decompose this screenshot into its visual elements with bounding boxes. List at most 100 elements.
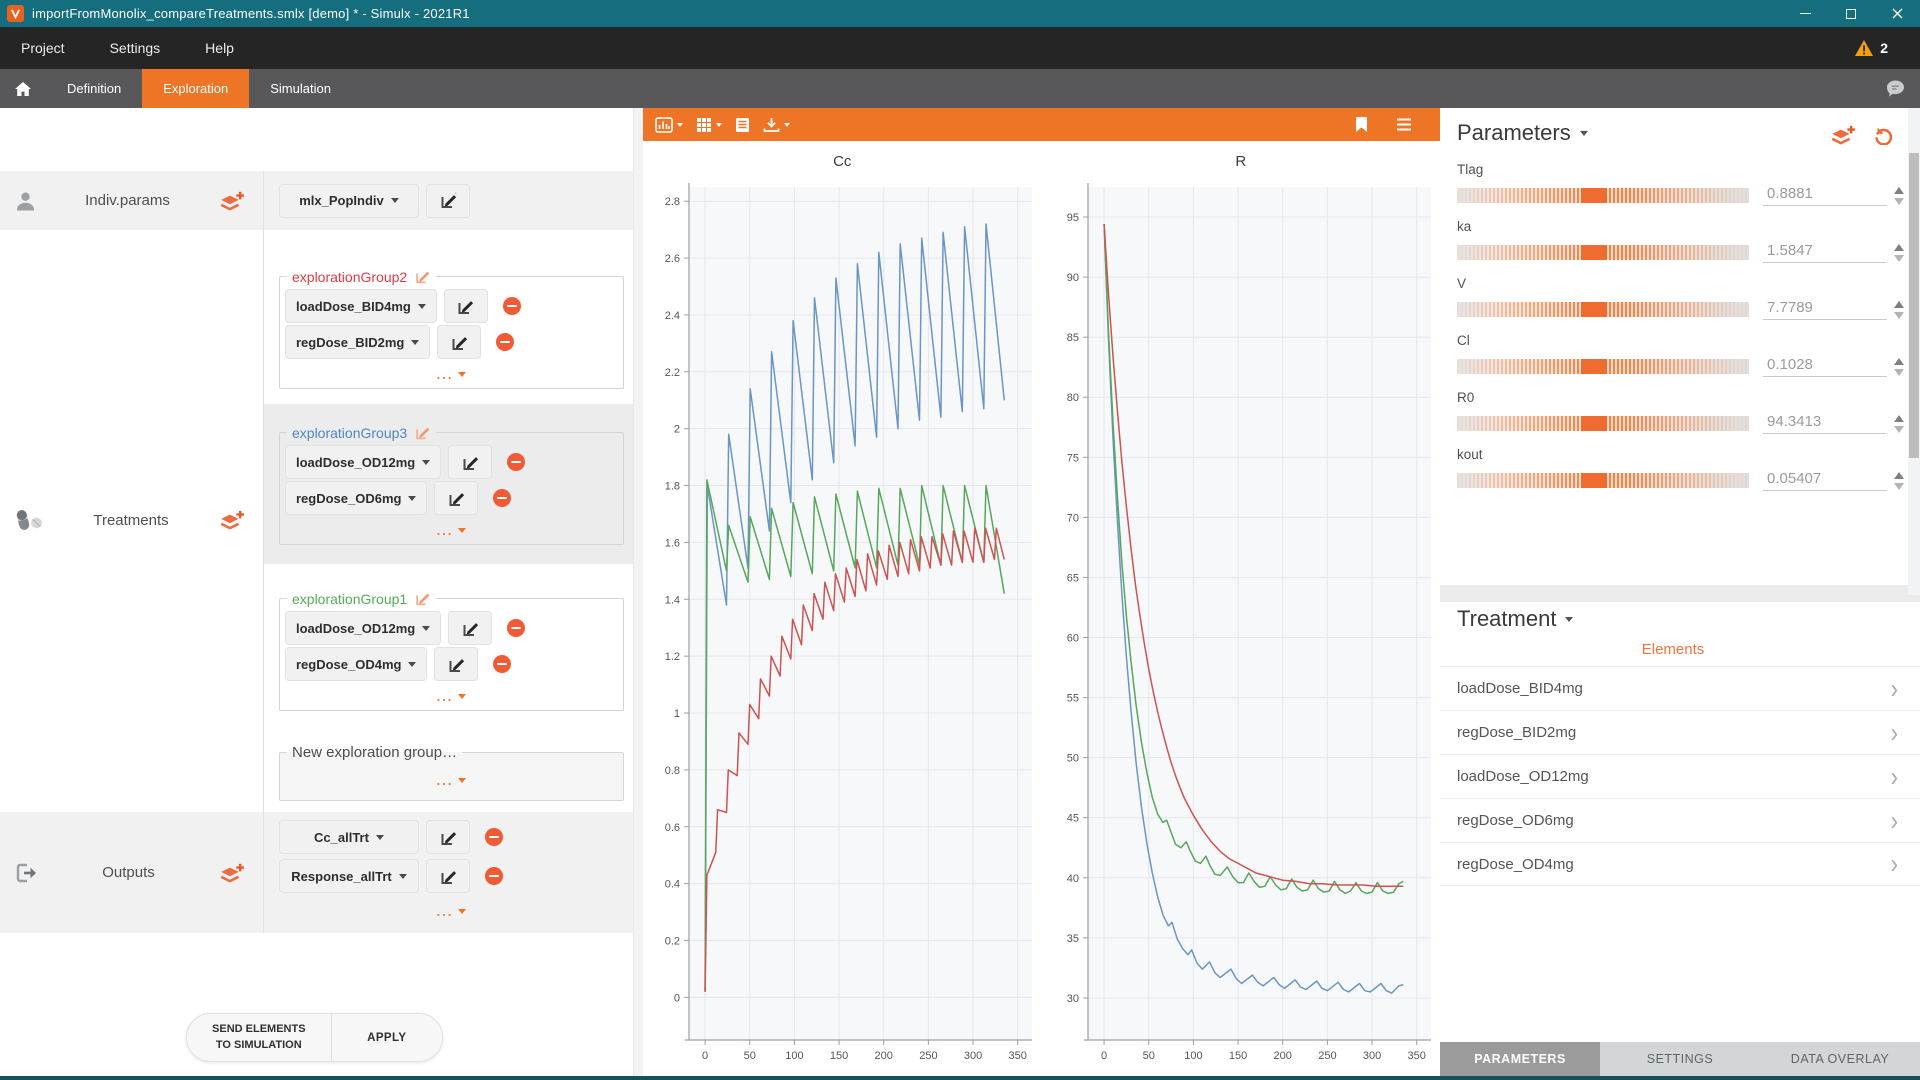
close-button[interactable] bbox=[1874, 0, 1920, 27]
minus-circle-icon[interactable] bbox=[485, 828, 503, 846]
menu-help[interactable]: Help bbox=[205, 40, 234, 56]
minus-circle-icon[interactable] bbox=[493, 489, 511, 507]
step-up-icon[interactable] bbox=[1894, 244, 1904, 251]
rename-group-icon[interactable] bbox=[414, 268, 431, 285]
step-down-icon[interactable] bbox=[1894, 369, 1904, 376]
value-stepper[interactable] bbox=[1894, 415, 1904, 433]
group-more-button[interactable]: ... bbox=[284, 517, 619, 540]
parameters-header[interactable]: Parameters bbox=[1457, 120, 1588, 146]
slider-handle[interactable] bbox=[1581, 302, 1607, 317]
edit-indiv-params-button[interactable] bbox=[426, 184, 470, 218]
chart-plot-cc[interactable]: 05010015020025030035000.20.40.60.811.21.… bbox=[643, 179, 1042, 1076]
treatment-select[interactable]: regDose_OD4mg bbox=[285, 647, 427, 681]
minus-circle-icon[interactable] bbox=[507, 619, 525, 637]
slider-handle[interactable] bbox=[1581, 359, 1607, 374]
bookmark-icon[interactable] bbox=[1355, 116, 1368, 133]
parameter-slider[interactable] bbox=[1457, 359, 1749, 374]
step-up-icon[interactable] bbox=[1894, 301, 1904, 308]
step-down-icon[interactable] bbox=[1894, 198, 1904, 205]
group-more-button[interactable]: ... bbox=[284, 361, 619, 384]
tab-parameters[interactable]: PARAMETERS bbox=[1440, 1042, 1600, 1076]
slider-handle[interactable] bbox=[1581, 188, 1607, 203]
treatment-select[interactable]: regDose_OD6mg bbox=[285, 481, 427, 515]
value-stepper[interactable] bbox=[1894, 244, 1904, 262]
element-row[interactable]: loadDose_BID4mg› bbox=[1440, 666, 1920, 710]
minus-circle-icon[interactable] bbox=[493, 655, 511, 673]
parameter-slider[interactable] bbox=[1457, 188, 1749, 203]
step-up-icon[interactable] bbox=[1894, 415, 1904, 422]
edit-treatment-button[interactable] bbox=[434, 647, 478, 681]
layers-plus-icon[interactable] bbox=[218, 862, 245, 884]
treatment-select[interactable]: regDose_BID2mg bbox=[285, 325, 430, 359]
minus-circle-icon[interactable] bbox=[496, 333, 514, 351]
new-group-more-button[interactable]: ... bbox=[284, 763, 619, 796]
export-plot-button[interactable] bbox=[763, 117, 790, 133]
minus-circle-icon[interactable] bbox=[503, 297, 521, 315]
layers-plus-icon[interactable] bbox=[1829, 124, 1856, 146]
grid-layout-button[interactable] bbox=[696, 117, 722, 133]
treatment-header[interactable]: Treatment bbox=[1457, 606, 1573, 632]
edit-treatment-button[interactable] bbox=[444, 289, 488, 323]
menu-icon[interactable] bbox=[1396, 118, 1412, 131]
rename-group-icon[interactable] bbox=[414, 424, 431, 441]
step-down-icon[interactable] bbox=[1894, 426, 1904, 433]
parameter-slider[interactable] bbox=[1457, 473, 1749, 488]
group-more-button[interactable]: ... bbox=[284, 683, 619, 706]
chart-type-button[interactable] bbox=[655, 117, 683, 133]
indiv-params-select[interactable]: mlx_PopIndiv bbox=[279, 184, 419, 218]
outputs-more-button[interactable]: ... bbox=[279, 898, 624, 921]
output-select[interactable]: Response_allTrt bbox=[279, 859, 419, 893]
tab-settings[interactable]: SETTINGS bbox=[1600, 1042, 1760, 1076]
menu-project[interactable]: Project bbox=[21, 40, 65, 56]
send-elements-button[interactable]: SEND ELEMENTS TO SIMULATION bbox=[187, 1014, 332, 1061]
slider-handle[interactable] bbox=[1581, 416, 1607, 431]
tab-data-overlay[interactable]: DATA OVERLAY bbox=[1760, 1042, 1920, 1076]
parameter-value[interactable]: 0.8881 bbox=[1763, 185, 1887, 206]
edit-output-button[interactable] bbox=[426, 820, 470, 854]
value-stepper[interactable] bbox=[1894, 187, 1904, 205]
step-down-icon[interactable] bbox=[1894, 312, 1904, 319]
maximize-button[interactable] bbox=[1828, 0, 1874, 27]
edit-treatment-button[interactable] bbox=[448, 445, 492, 479]
parameter-value[interactable]: 0.1028 bbox=[1763, 356, 1887, 377]
step-up-icon[interactable] bbox=[1894, 358, 1904, 365]
value-stepper[interactable] bbox=[1894, 301, 1904, 319]
edit-output-button[interactable] bbox=[426, 859, 470, 893]
apply-button[interactable]: APPLY bbox=[332, 1014, 442, 1061]
step-up-icon[interactable] bbox=[1894, 187, 1904, 194]
data-table-button[interactable] bbox=[735, 117, 750, 133]
treatment-select[interactable]: loadDose_OD12mg bbox=[285, 611, 441, 645]
layers-plus-icon[interactable] bbox=[218, 509, 245, 531]
edit-treatment-button[interactable] bbox=[437, 325, 481, 359]
element-row[interactable]: regDose_OD4mg› bbox=[1440, 842, 1920, 886]
parameter-value[interactable]: 94.3413 bbox=[1763, 413, 1887, 434]
parameter-value[interactable]: 7.7789 bbox=[1763, 299, 1887, 320]
element-row[interactable]: regDose_OD6mg› bbox=[1440, 798, 1920, 842]
parameter-value[interactable]: 0.05407 bbox=[1763, 470, 1887, 491]
tab-definition[interactable]: Definition bbox=[46, 69, 142, 108]
minus-circle-icon[interactable] bbox=[507, 453, 525, 471]
menu-settings[interactable]: Settings bbox=[110, 40, 161, 56]
step-up-icon[interactable] bbox=[1894, 472, 1904, 479]
parameter-slider[interactable] bbox=[1457, 245, 1749, 260]
chat-bubble-icon[interactable] bbox=[1883, 79, 1906, 98]
value-stepper[interactable] bbox=[1894, 358, 1904, 376]
sidebar-scrollbar[interactable] bbox=[633, 108, 643, 1076]
output-select[interactable]: Cc_allTrt bbox=[279, 820, 419, 854]
warnings-indicator[interactable]: 2 bbox=[1854, 39, 1888, 57]
tab-exploration[interactable]: Exploration bbox=[142, 69, 249, 108]
step-down-icon[interactable] bbox=[1894, 483, 1904, 490]
scrollbar-thumb[interactable] bbox=[1909, 153, 1919, 458]
home-button[interactable] bbox=[0, 69, 46, 108]
element-row[interactable]: loadDose_OD12mg› bbox=[1440, 754, 1920, 798]
element-row[interactable]: regDose_BID2mg› bbox=[1440, 710, 1920, 754]
minimize-button[interactable] bbox=[1782, 0, 1828, 27]
layers-plus-icon[interactable] bbox=[218, 190, 245, 212]
minus-circle-icon[interactable] bbox=[485, 867, 503, 885]
chart-plot-r[interactable]: 0501001502002503003503035404550556065707… bbox=[1042, 179, 1441, 1076]
edit-treatment-button[interactable] bbox=[448, 611, 492, 645]
parameter-slider[interactable] bbox=[1457, 416, 1749, 431]
slider-handle[interactable] bbox=[1581, 473, 1607, 488]
undo-icon[interactable] bbox=[1873, 125, 1894, 145]
edit-treatment-button[interactable] bbox=[434, 481, 478, 515]
